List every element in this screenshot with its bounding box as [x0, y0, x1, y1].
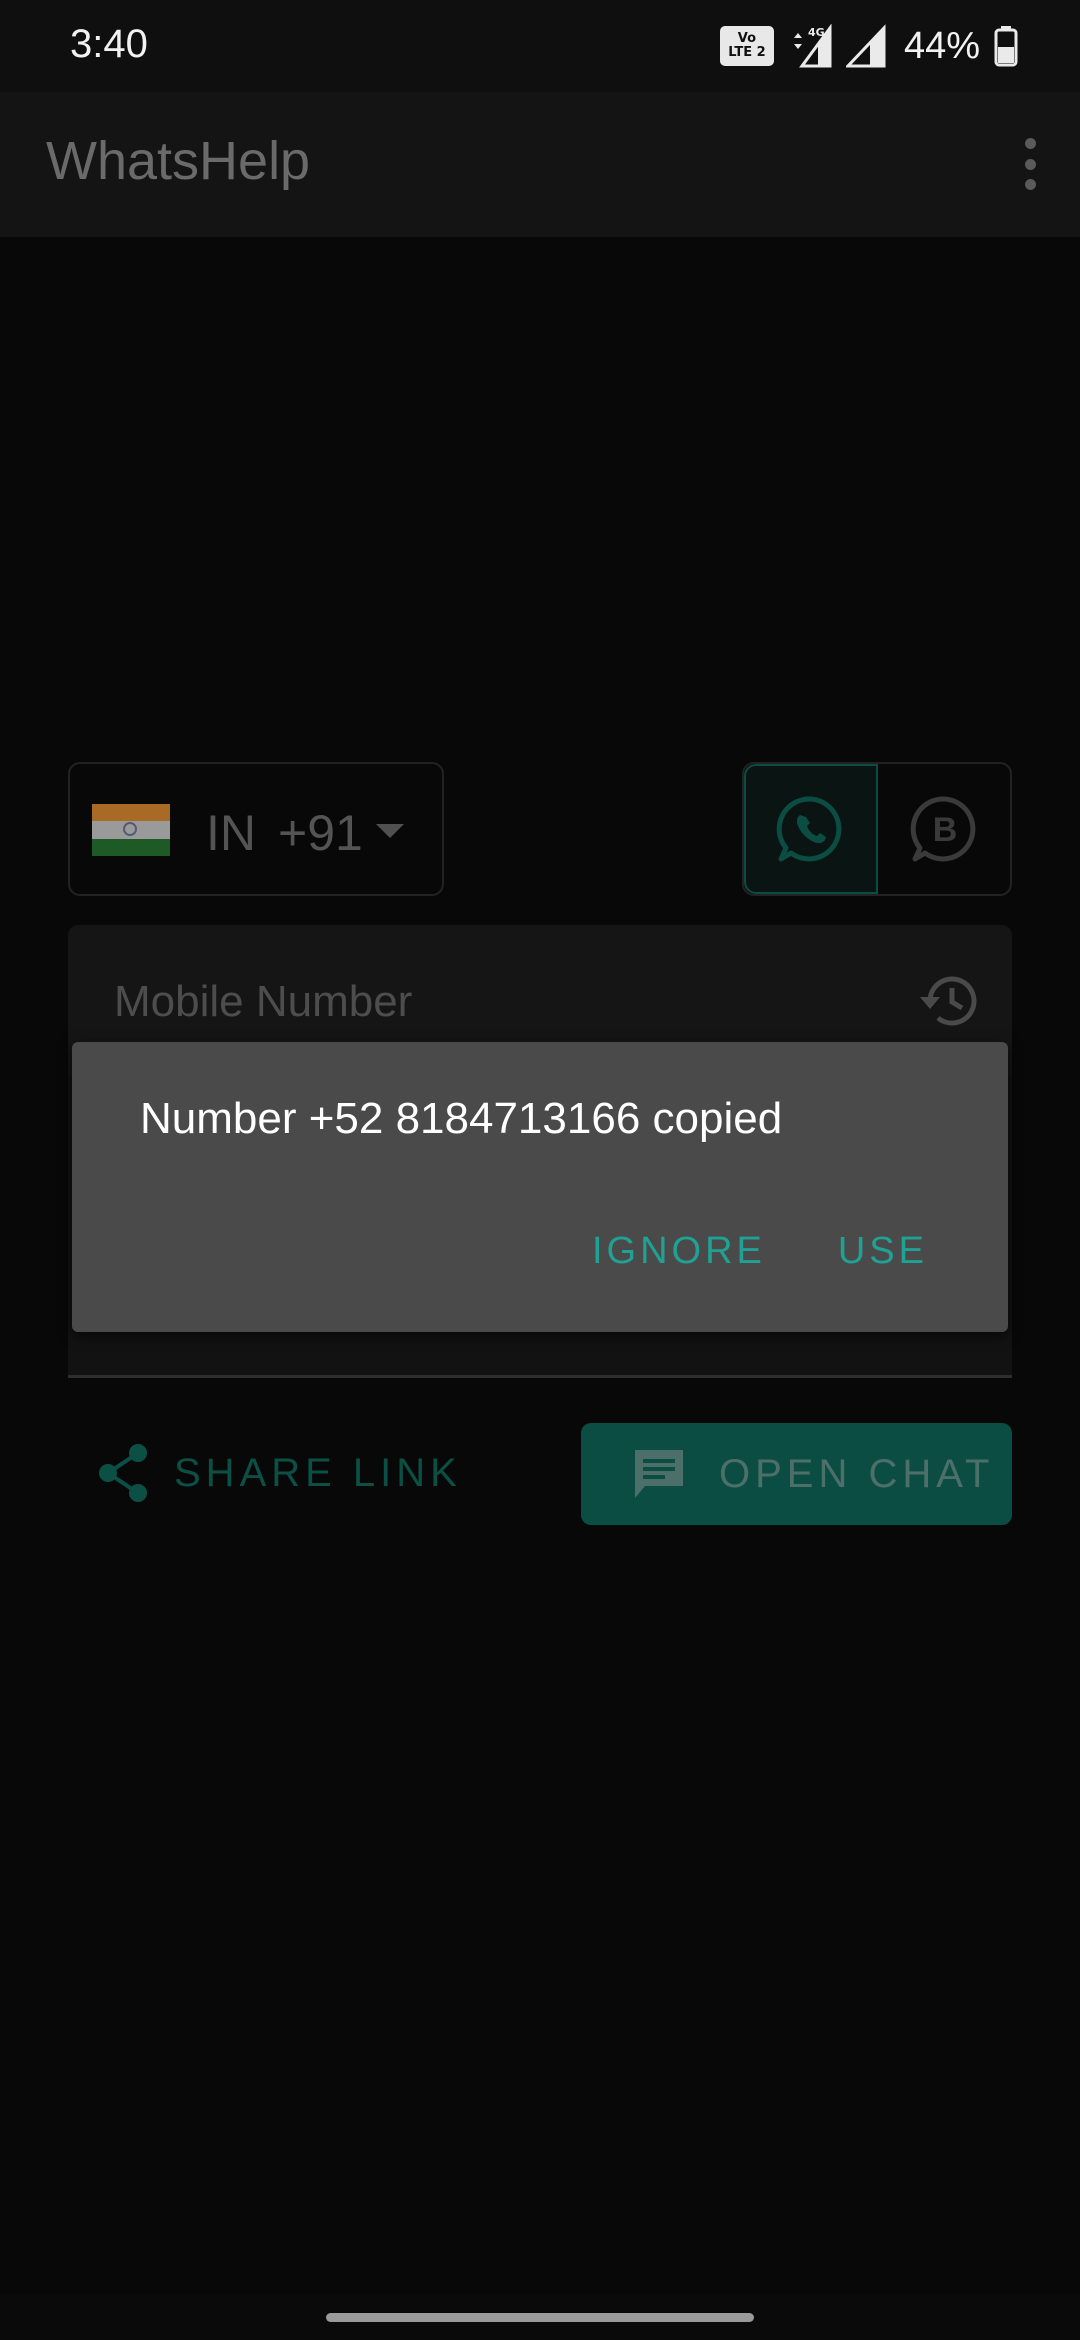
volte-top-label: Vo: [737, 31, 757, 46]
home-gesture-handle[interactable]: [326, 2313, 754, 2322]
svg-text:B: B: [933, 811, 958, 849]
business-toggle-button[interactable]: B: [878, 764, 1010, 894]
whatsapp-icon: [776, 796, 842, 862]
volte-icon: Vo LTE 2: [719, 26, 774, 66]
volte-bottom-label: LTE 2: [728, 45, 766, 60]
status-bar: 3:40 Vo LTE 2 4G 44%: [0, 0, 1080, 92]
open-chat-label: OPEN CHAT: [719, 1451, 995, 1496]
app-bar: WhatsHelp: [0, 92, 1080, 237]
network-type-label: 4G: [808, 26, 825, 39]
open-chat-button[interactable]: OPEN CHAT: [581, 1423, 1012, 1525]
share-link-button[interactable]: SHARE LINK: [96, 1440, 462, 1506]
whatsapp-business-icon: B: [910, 796, 976, 862]
app-title: WhatsHelp: [46, 131, 311, 191]
share-link-label: SHARE LINK: [174, 1450, 462, 1495]
battery-percentage: 44%: [903, 24, 980, 67]
battery-icon: [994, 26, 1018, 67]
share-icon: [99, 1444, 147, 1502]
mobile-number-placeholder: Mobile Number: [114, 977, 413, 1026]
signal-icon: [845, 24, 886, 68]
app-toggle: B: [742, 762, 1012, 896]
country-selector[interactable]: IN +91: [68, 762, 444, 896]
flag-chakra: [123, 822, 137, 836]
flag-band-top: [92, 804, 170, 822]
india-flag-icon: [92, 804, 170, 856]
clipboard-dialog: Number +52 8184713166 copied IGNORE USE: [72, 1042, 1008, 1332]
dropdown-arrow-icon: [376, 824, 404, 838]
whatsapp-toggle-button[interactable]: [744, 764, 878, 894]
chat-icon: [635, 1450, 683, 1498]
history-icon[interactable]: [916, 971, 978, 1029]
signal-4g-icon: 4G: [793, 24, 832, 68]
status-time: 3:40: [70, 22, 148, 66]
dialog-message: Number +52 8184713166 copied: [140, 1094, 783, 1143]
country-dial-code: +91: [278, 805, 363, 861]
flag-band-bottom: [92, 838, 170, 856]
more-options-icon[interactable]: [1010, 132, 1050, 196]
use-button[interactable]: USE: [838, 1230, 928, 1273]
country-iso: IN: [206, 805, 256, 861]
dialog-actions: IGNORE USE: [592, 1230, 928, 1273]
ignore-button[interactable]: IGNORE: [592, 1230, 766, 1273]
status-icons: Vo LTE 2 4G 44%: [719, 24, 1018, 68]
